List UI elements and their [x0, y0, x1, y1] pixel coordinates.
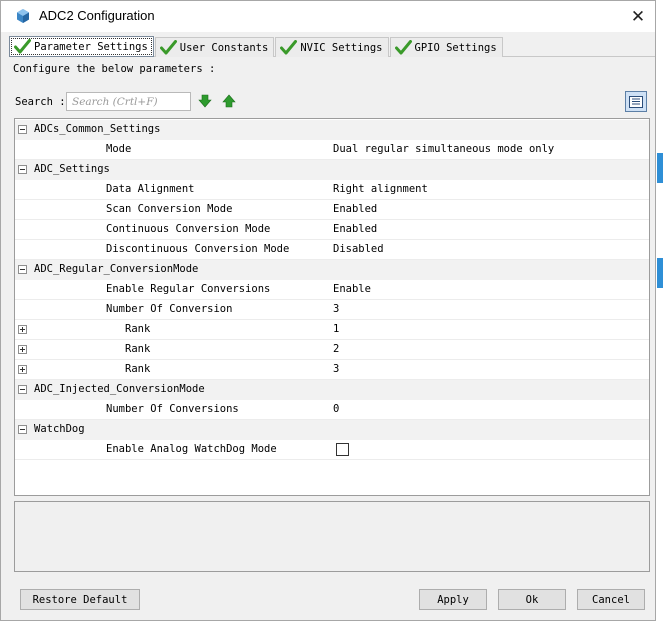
group-title: ADC_Injected_ConversionMode	[34, 383, 205, 395]
param-value[interactable]: Right alignment	[333, 183, 428, 195]
group-row[interactable]: WatchDog	[15, 420, 649, 440]
param-row-rank[interactable]: Rank 3	[15, 360, 649, 380]
group-row[interactable]: ADC_Regular_ConversionMode	[15, 260, 649, 280]
param-label: Continuous Conversion Mode	[106, 223, 271, 235]
check-icon	[394, 40, 412, 55]
param-row-continuous-conversion[interactable]: Continuous Conversion Mode Enabled	[15, 220, 649, 240]
param-value[interactable]: Enabled	[333, 203, 377, 215]
param-label: Number Of Conversions	[106, 403, 239, 415]
tab-label: NVIC Settings	[300, 41, 383, 54]
background-window-accent	[657, 153, 663, 183]
param-row-scan-conversion[interactable]: Scan Conversion Mode Enabled	[15, 200, 649, 220]
param-label: Mode	[106, 143, 132, 155]
param-row-discontinuous-conversion[interactable]: Discontinuous Conversion Mode Disabled	[15, 240, 649, 260]
collapse-icon[interactable]	[18, 425, 27, 434]
param-row-number-of-conversion[interactable]: Number Of Conversion 3	[15, 300, 649, 320]
param-label: Enable Analog WatchDog Mode	[106, 443, 277, 455]
param-label: Discontinuous Conversion Mode	[106, 243, 290, 255]
param-value[interactable]: Enabled	[333, 223, 377, 235]
param-row-rank[interactable]: Rank 2	[15, 340, 649, 360]
param-label: Enable Regular Conversions	[106, 283, 271, 295]
tab-nvic-settings[interactable]: NVIC Settings	[275, 37, 389, 57]
window-title: ADC2 Configuration	[39, 8, 155, 23]
group-row[interactable]: ADCs_Common_Settings	[15, 120, 649, 140]
group-row[interactable]: ADC_Settings	[15, 160, 649, 180]
param-value[interactable]: 3	[333, 363, 339, 375]
apply-button[interactable]: Apply	[419, 589, 487, 610]
tab-label: GPIO Settings	[414, 41, 497, 54]
param-row-analog-watchdog[interactable]: Enable Analog WatchDog Mode	[15, 440, 649, 460]
collapse-icon[interactable]	[18, 385, 27, 394]
close-icon: ✕	[630, 6, 646, 27]
check-icon	[14, 39, 31, 54]
param-label: Rank	[125, 343, 151, 355]
param-value[interactable]: 3	[333, 303, 339, 315]
cancel-button[interactable]: Cancel	[577, 589, 645, 610]
collapse-icon[interactable]	[18, 265, 27, 274]
arrow-up-icon[interactable]	[222, 94, 236, 108]
param-row-mode[interactable]: Mode Dual regular simultaneous mode only	[15, 140, 649, 160]
parameter-table: ADCs_Common_Settings Mode Dual regular s…	[14, 118, 650, 496]
list-view-icon	[629, 95, 643, 108]
search-label: Search :	[15, 96, 66, 108]
cube-app-icon	[17, 9, 29, 23]
check-icon	[159, 40, 177, 55]
collapse-icon[interactable]	[18, 165, 27, 174]
expand-icon[interactable]	[18, 345, 27, 354]
close-button[interactable]: ✕	[621, 1, 655, 32]
background-window-accent	[657, 258, 663, 288]
parameter-description-box	[14, 501, 650, 572]
search-input[interactable]	[66, 92, 191, 111]
list-view-toggle[interactable]	[625, 91, 647, 112]
analog-watchdog-checkbox[interactable]	[336, 443, 349, 456]
param-label: Number Of Conversion	[106, 303, 233, 315]
check-icon	[280, 40, 298, 55]
ok-button[interactable]: Ok	[498, 589, 566, 610]
param-value[interactable]: 2	[333, 343, 339, 355]
tab-label: Parameter Settings	[34, 40, 148, 53]
title-bar[interactable]: ADC2 Configuration ✕	[1, 1, 655, 32]
param-row-data-alignment[interactable]: Data Alignment Right alignment	[15, 180, 649, 200]
group-title: ADCs_Common_Settings	[34, 123, 161, 135]
tab-bar: Parameter Settings User Constants NVIC S…	[9, 35, 504, 57]
param-row-rank[interactable]: Rank 1	[15, 320, 649, 340]
param-row-enable-regular-conversions[interactable]: Enable Regular Conversions Enable	[15, 280, 649, 300]
group-title: WatchDog	[34, 423, 85, 435]
background-window-edge	[656, 0, 663, 623]
arrow-down-icon[interactable]	[198, 94, 212, 108]
param-label: Scan Conversion Mode	[106, 203, 233, 215]
expand-icon[interactable]	[18, 365, 27, 374]
param-value[interactable]: Enable	[333, 283, 371, 295]
param-label: Data Alignment	[106, 183, 195, 195]
restore-default-button[interactable]: Restore Default	[20, 589, 140, 610]
tab-gpio-settings[interactable]: GPIO Settings	[389, 37, 503, 57]
tab-user-constants[interactable]: User Constants	[154, 37, 275, 57]
param-label: Rank	[125, 323, 151, 335]
instruction-text: Configure the below parameters :	[13, 63, 216, 75]
tab-parameter-settings[interactable]: Parameter Settings	[9, 36, 154, 57]
param-value[interactable]: Disabled	[333, 243, 384, 255]
group-title: ADC_Regular_ConversionMode	[34, 263, 199, 275]
group-row[interactable]: ADC_Injected_ConversionMode	[15, 380, 649, 400]
param-label: Rank	[125, 363, 151, 375]
param-row-number-of-conversions[interactable]: Number Of Conversions 0	[15, 400, 649, 420]
param-value[interactable]: 0	[333, 403, 339, 415]
adc2-configuration-dialog: ADC2 Configuration ✕ Parameter Settings …	[0, 0, 656, 621]
tab-label: User Constants	[179, 41, 269, 54]
group-title: ADC_Settings	[34, 163, 110, 175]
collapse-icon[interactable]	[18, 125, 27, 134]
expand-icon[interactable]	[18, 325, 27, 334]
param-value[interactable]: Dual regular simultaneous mode only	[333, 143, 554, 155]
param-value[interactable]: 1	[333, 323, 339, 335]
